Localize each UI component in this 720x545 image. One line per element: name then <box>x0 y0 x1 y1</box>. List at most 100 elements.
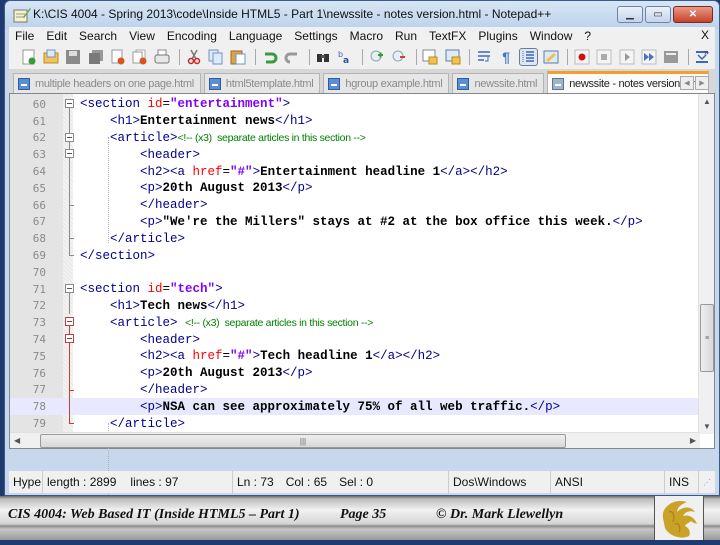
minimize-button[interactable]: ▁ <box>617 6 643 23</box>
word-wrap-button[interactable] <box>474 48 493 66</box>
show-all-chars-button[interactable]: ¶ <box>496 48 515 66</box>
menu-encoding[interactable]: Encoding <box>161 29 223 43</box>
redo-button[interactable] <box>282 48 301 66</box>
code-text: <h1>Tech news</h1> <box>110 298 246 313</box>
scroll-left-icon[interactable]: ◀ <box>14 436 20 445</box>
save-macro-button[interactable] <box>662 48 681 66</box>
menu-macro[interactable]: Macro <box>344 29 389 43</box>
code-text: <h2><a href="#">Tech headline 1</a></h2> <box>140 349 441 364</box>
menu-edit[interactable]: Edit <box>40 29 73 43</box>
toolbar-separator <box>362 49 364 65</box>
toolbar: ba ¶ » <box>9 45 715 69</box>
code-text: <h2><a href="#">Entertainment headline 1… <box>140 164 508 179</box>
menu-window[interactable]: Window <box>524 29 579 43</box>
play-macro-button[interactable] <box>617 48 636 66</box>
code-text: <article> <!-- (x3) separate articles in… <box>110 315 374 330</box>
zoom-out-icon <box>392 50 405 62</box>
print-icon <box>154 49 170 64</box>
menu-help[interactable]: ? <box>578 29 597 43</box>
sync-horizontal-button[interactable] <box>443 48 462 66</box>
menu-textfx[interactable]: TextFX <box>423 29 472 43</box>
saved-file-icon <box>208 77 221 90</box>
maximize-button[interactable]: ▭ <box>645 6 671 23</box>
run-multiple-macro-button[interactable] <box>639 48 658 66</box>
status-bar: Hype length : 2899 lines : 97 Ln : 73 Co… <box>9 471 715 493</box>
stop-record-button[interactable] <box>595 48 614 66</box>
status-eol: Dos\Windows <box>449 471 551 493</box>
print-button[interactable] <box>153 48 172 66</box>
code-line: 66 </header> <box>10 196 700 214</box>
toolbar-overflow-button[interactable]: » <box>704 47 709 57</box>
close-all-button[interactable] <box>130 48 149 66</box>
fold-minus-icon <box>65 334 74 344</box>
code-text: </header> <box>140 382 208 397</box>
fold-toggle[interactable] <box>65 129 75 147</box>
pegasus-logo-icon <box>662 500 697 538</box>
record-icon <box>574 49 590 65</box>
resize-grip-icon[interactable]: ⋰ <box>699 471 715 493</box>
scroll-down-icon[interactable]: ▼ <box>703 422 711 431</box>
function-list-button[interactable] <box>693 48 712 66</box>
menu-run[interactable]: Run <box>389 29 423 43</box>
code-editor[interactable]: 60 <section id="entertainment"> 61 <h1>E… <box>9 93 715 515</box>
open-file-button[interactable] <box>41 48 60 66</box>
menu-plugins[interactable]: Plugins <box>472 29 523 43</box>
find-button[interactable] <box>313 48 332 66</box>
menu-settings[interactable]: Settings <box>288 29 343 43</box>
tab-scroll-left-button[interactable]: ◀ <box>680 76 694 90</box>
replace-button[interactable]: ba <box>336 48 355 66</box>
slide-footer: CIS 4004: Web Based IT (Inside HTML5 – P… <box>0 496 720 540</box>
fold-toggle[interactable] <box>65 331 75 348</box>
save-all-button[interactable] <box>86 48 105 66</box>
code-line: 64 <h2><a href="#">Entertainment headlin… <box>10 163 700 180</box>
status-length-lines: length : 2899 lines : 97 <box>43 471 233 493</box>
tab-newssite[interactable]: newssite.html <box>452 73 545 93</box>
footer-course: CIS 4004: Web Based IT (Inside HTML5 – P… <box>8 507 300 522</box>
horizontal-scrollbar[interactable]: ◀ ||| ▶ <box>10 432 700 448</box>
undo-button[interactable] <box>260 48 279 66</box>
tab-multiple-headers[interactable]: multiple headers on one page.html <box>13 73 201 93</box>
scroll-up-icon[interactable]: ▲ <box>703 97 711 106</box>
close-document-button[interactable]: X <box>701 28 709 42</box>
horizontal-scroll-thumb[interactable]: ||| <box>40 434 566 448</box>
line-number: 78 <box>32 400 46 414</box>
close-file-button[interactable] <box>108 48 127 66</box>
menu-file[interactable]: File <box>9 29 40 43</box>
save-macro-icon <box>664 51 679 63</box>
line-number: 73 <box>32 316 46 330</box>
menu-view[interactable]: View <box>123 29 161 43</box>
code-line: 67 <p>"We're the Millers" stays at #2 at… <box>10 213 700 231</box>
menu-language[interactable]: Language <box>223 29 288 43</box>
new-file-button[interactable] <box>19 48 38 66</box>
close-all-icon <box>132 49 147 65</box>
vertical-scroll-thumb[interactable]: ≡ <box>700 304 714 372</box>
status-length: length : 2899 <box>47 475 117 489</box>
save-button[interactable] <box>64 48 83 66</box>
close-button[interactable]: ✕ <box>673 6 713 23</box>
zoom-in-button[interactable] <box>367 48 386 66</box>
fold-toggle[interactable] <box>65 314 75 340</box>
vertical-scrollbar[interactable]: ▲ ≡ ▼ <box>698 94 714 434</box>
indent-guide-button[interactable] <box>518 48 539 66</box>
fold-toggle[interactable] <box>65 281 75 306</box>
copy-button[interactable] <box>206 48 225 66</box>
line-number: 76 <box>32 366 46 380</box>
tab-scroll-right-button[interactable]: ▶ <box>695 76 709 90</box>
fold-toggle[interactable] <box>65 146 75 164</box>
menu-search[interactable]: Search <box>73 29 123 43</box>
tab-html5template[interactable]: html5template.html <box>203 73 321 93</box>
title-bar: K:\CIS 4004 - Spring 2013\code\Inside HT… <box>5 1 719 29</box>
record-macro-button[interactable] <box>572 48 591 66</box>
fold-toggle[interactable] <box>65 96 75 121</box>
fold-line <box>65 415 75 432</box>
fold-line <box>65 297 75 315</box>
user-define-lang-button[interactable] <box>541 48 560 66</box>
paste-button[interactable] <box>229 48 248 66</box>
zoom-out-button[interactable] <box>389 48 408 66</box>
fold-line <box>65 112 75 130</box>
cut-button[interactable] <box>184 48 203 66</box>
scroll-right-icon[interactable]: ▶ <box>690 436 696 445</box>
sync-vertical-button[interactable] <box>421 48 440 66</box>
tab-hgroup-example[interactable]: hgroup example.html <box>323 73 450 93</box>
code-line: 73 <article> <!-- (x3) separate articles… <box>10 314 700 340</box>
